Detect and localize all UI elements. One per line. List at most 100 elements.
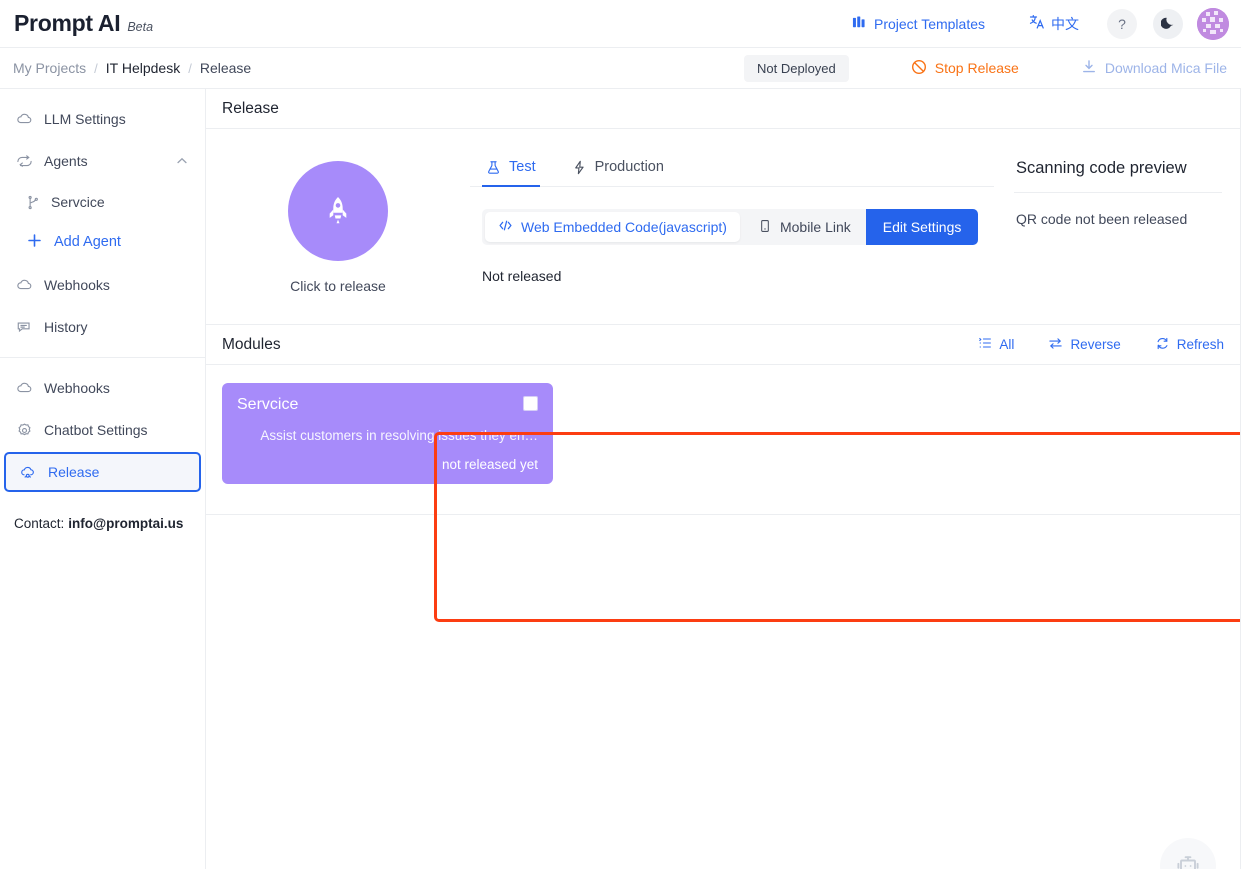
history-icon [16, 319, 33, 336]
breadcrumb-separator: / [94, 60, 98, 76]
segment-web-embedded-code[interactable]: Web Embedded Code(javascript) [485, 212, 740, 242]
page-title: Release [206, 89, 1240, 129]
sidebar-divider [0, 357, 205, 358]
cloud-icon [16, 380, 33, 397]
translate-icon [1029, 14, 1045, 33]
release-icon [20, 464, 37, 481]
breadcrumb-item-release[interactable]: Release [195, 57, 256, 79]
sidebar-label: Release [48, 464, 100, 480]
release-trigger-area: Click to release [206, 151, 470, 294]
modules-actions: All Reverse Refresh [978, 336, 1224, 354]
sidebar-item-chatbot-settings[interactable]: Chatbot Settings [2, 410, 203, 450]
modules-reverse-button[interactable]: Reverse [1048, 336, 1121, 354]
refresh-icon [1155, 336, 1170, 354]
sidebar-item-servcice[interactable]: Servcice [0, 183, 205, 221]
module-card-name: Servcice [237, 396, 299, 413]
language-label: 中文 [1051, 15, 1079, 32]
beta-tag: Beta [127, 20, 154, 34]
mobile-icon [758, 219, 772, 236]
segment-label: Web Embedded Code(javascript) [521, 219, 727, 235]
sidebar-label: Webhooks [44, 380, 110, 396]
bolt-icon [572, 160, 587, 175]
language-switcher[interactable]: 中文 [1017, 8, 1091, 40]
sidebar-item-history[interactable]: History [2, 307, 203, 347]
cloud-icon [16, 277, 33, 294]
release-tabs: Test Production [470, 151, 994, 187]
chatbot-fab[interactable] [1160, 838, 1216, 869]
body: LLM Settings Agents Servcice Add Agent W… [0, 89, 1241, 869]
app-header: Prompt AI Beta Project Templates 中文 ? [0, 0, 1241, 48]
contact-email[interactable]: info@promptai.us [68, 516, 183, 531]
release-caption: Click to release [290, 278, 386, 294]
edit-settings-button[interactable]: Edit Settings [865, 209, 979, 245]
robot-icon [1177, 856, 1199, 869]
status-badge: Not Deployed [743, 54, 849, 82]
release-detail: Test Production Web Embedded Code(javasc… [470, 151, 1014, 294]
release-target-segments: Web Embedded Code(javascript) Mobile Lin… [482, 209, 979, 245]
sidebar-item-webhooks-top[interactable]: Webhooks [2, 265, 203, 305]
module-card[interactable]: Servcice Assist customers in resolving i… [222, 383, 553, 484]
qr-preview-status: QR code not been released [1016, 211, 1188, 227]
main-content: Release Click to release Test Production… [206, 89, 1241, 869]
download-mica-label: Download Mica File [1104, 60, 1227, 76]
contact-label: Contact: [14, 516, 65, 531]
breadcrumb-separator: / [188, 60, 192, 76]
sidebar-label: Add Agent [54, 234, 121, 250]
module-card-checkbox[interactable] [523, 396, 538, 411]
release-status-text: Not released [482, 268, 562, 284]
sidebar: LLM Settings Agents Servcice Add Agent W… [0, 89, 206, 869]
sidebar-label: Chatbot Settings [44, 422, 148, 438]
agents-icon [16, 153, 33, 170]
project-templates-link[interactable]: Project Templates [842, 9, 995, 39]
sidebar-label: History [44, 319, 88, 335]
brand: Prompt AI Beta [14, 10, 153, 37]
modules-refresh-button[interactable]: Refresh [1155, 336, 1224, 354]
flask-icon [486, 160, 501, 175]
breadcrumb-item-projects[interactable]: My Projects [8, 57, 91, 79]
header-actions: Project Templates 中文 ? [842, 7, 1229, 40]
swap-icon [1048, 336, 1063, 354]
release-section: Click to release Test Production Web Emb… [206, 129, 1240, 325]
templates-icon [852, 15, 867, 33]
qr-preview-panel: Scanning code preview QR code not been r… [1014, 151, 1240, 294]
sidebar-item-agents[interactable]: Agents [2, 141, 203, 181]
rocket-icon [329, 197, 347, 224]
chevron-up-icon[interactable] [175, 154, 189, 168]
segment-mobile-link[interactable]: Mobile Link [743, 209, 866, 245]
moon-icon [1160, 15, 1176, 33]
modules-section: Modules All Reverse Refresh Servcice Ass… [206, 325, 1240, 515]
sidebar-item-webhooks[interactable]: Webhooks [2, 368, 203, 408]
sidebar-item-llm-settings[interactable]: LLM Settings [2, 99, 203, 139]
help-button[interactable]: ? [1107, 8, 1137, 39]
download-mica-button[interactable]: Download Mica File [1081, 59, 1227, 78]
modules-all-button[interactable]: All [978, 336, 1014, 353]
code-icon [498, 218, 513, 236]
module-card-description: Assist customers in resolving issues the… [260, 428, 538, 443]
user-avatar[interactable] [1197, 7, 1229, 40]
qr-preview-title: Scanning code preview [1014, 159, 1222, 193]
module-card-status: not released yet [441, 457, 538, 472]
branch-icon [26, 195, 41, 210]
gear-icon [16, 422, 33, 439]
sidebar-item-release[interactable]: Release [4, 452, 201, 492]
tab-production[interactable]: Production [568, 151, 668, 187]
contact-info: Contact: info@promptai.us [0, 494, 205, 531]
modules-wrapper: Modules All Reverse Refresh Servcice Ass… [206, 325, 1240, 515]
breadcrumb-item-helpdesk[interactable]: IT Helpdesk [101, 57, 185, 79]
forbidden-icon [911, 59, 927, 78]
tab-test[interactable]: Test [482, 151, 540, 187]
dark-mode-toggle[interactable] [1153, 8, 1183, 39]
modules-action-label: Reverse [1070, 337, 1121, 352]
stop-release-label: Stop Release [934, 60, 1019, 76]
modules-header: Modules All Reverse Refresh [206, 325, 1240, 365]
stop-release-button[interactable]: Stop Release [911, 59, 1019, 78]
sidebar-item-add-agent[interactable]: Add Agent [0, 221, 205, 263]
modules-body: Servcice Assist customers in resolving i… [206, 365, 1240, 514]
click-to-release-button[interactable] [288, 161, 388, 261]
sidebar-label: Webhooks [44, 277, 110, 293]
project-templates-label: Project Templates [873, 15, 985, 32]
app-title: Prompt AI [14, 10, 121, 36]
tab-test-label: Test [509, 159, 536, 175]
modules-action-label: Refresh [1176, 337, 1224, 352]
module-card-header: Servcice [237, 396, 538, 414]
